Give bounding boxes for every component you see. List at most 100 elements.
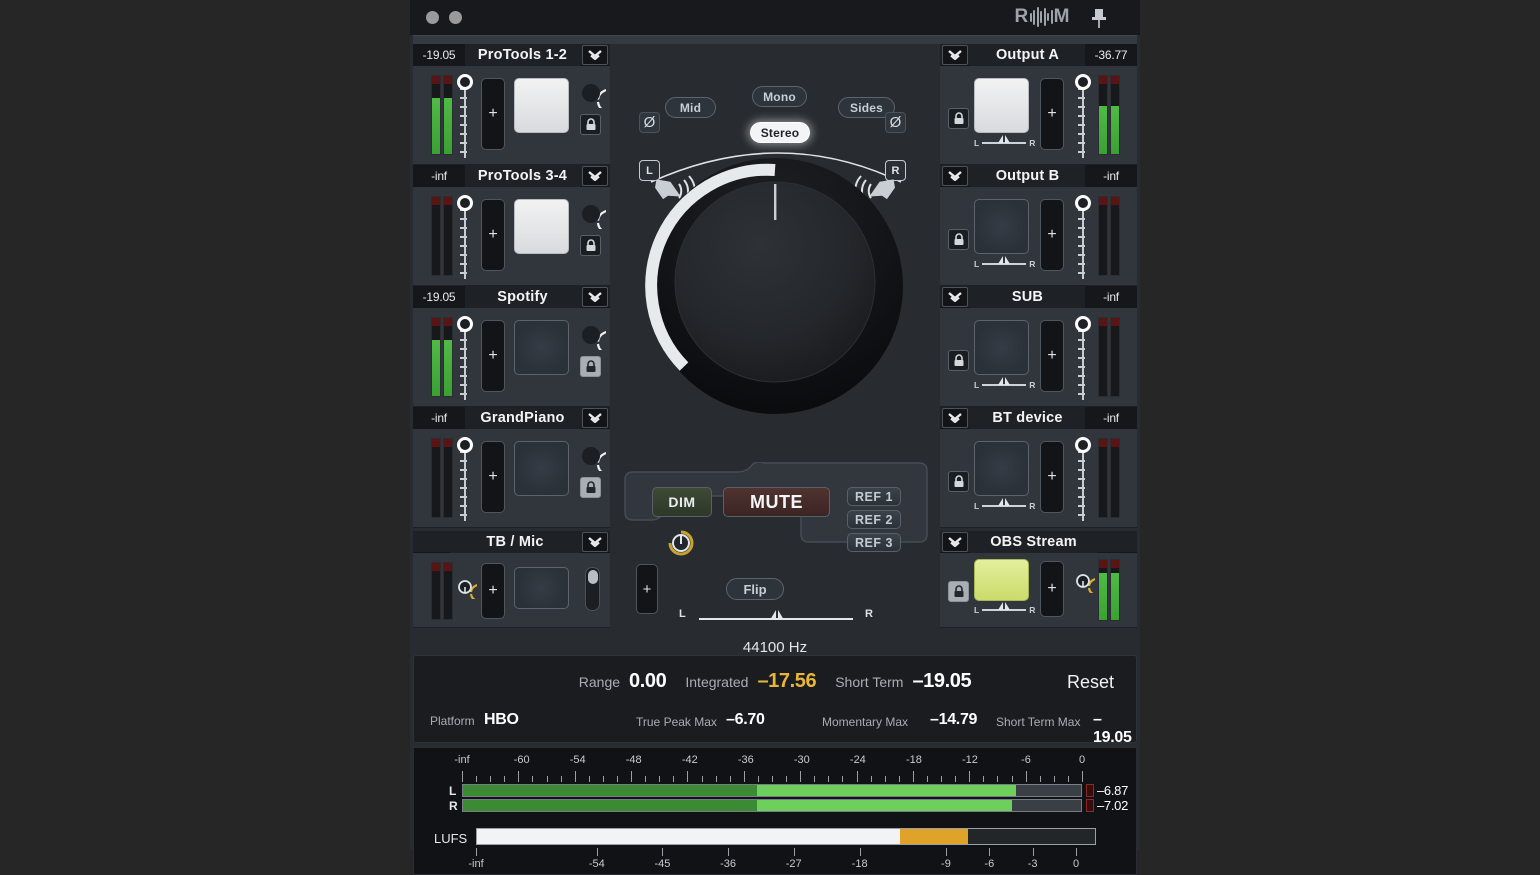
- output-lock-button[interactable]: [948, 229, 969, 250]
- channel-fader[interactable]: [456, 314, 474, 402]
- fader-knob[interactable]: [457, 74, 473, 90]
- output-gain-plus-button[interactable]: +: [1040, 78, 1064, 150]
- pan-handle-icon[interactable]: [996, 498, 1012, 508]
- output-pan-slider[interactable]: LR: [974, 135, 1035, 148]
- input-dropdown-chevron-icon[interactable]: [582, 407, 608, 428]
- pan-handle-icon[interactable]: [996, 602, 1012, 612]
- peak-clip-box[interactable]: [1086, 799, 1094, 812]
- flip-button[interactable]: Flip: [726, 578, 784, 600]
- output-pan-slider[interactable]: LR: [974, 256, 1035, 269]
- output-name-label[interactable]: BT device: [970, 406, 1085, 429]
- input-lock-button[interactable]: [580, 114, 601, 135]
- input-name-label[interactable]: GrandPiano: [465, 406, 580, 429]
- channel-fader[interactable]: [1074, 72, 1092, 160]
- output-pad-button[interactable]: [974, 199, 1029, 254]
- fader-knob[interactable]: [1075, 74, 1091, 90]
- output-pad-button[interactable]: [974, 78, 1029, 133]
- balance-slider[interactable]: L R: [679, 604, 873, 628]
- dim-button[interactable]: DIM: [652, 487, 712, 517]
- output-lock-button[interactable]: [948, 350, 969, 371]
- input-trim-knob[interactable]: [576, 199, 621, 234]
- output-dropdown-chevron-icon[interactable]: [942, 44, 968, 65]
- talkback-mic-knob[interactable]: [453, 575, 488, 604]
- platform-value[interactable]: HBO: [484, 711, 519, 729]
- pushpin-icon[interactable]: [1088, 6, 1110, 30]
- phase-invert-right-button[interactable]: Ø: [885, 112, 906, 133]
- input-pad-button[interactable]: [514, 320, 569, 375]
- input-dropdown-chevron-icon[interactable]: [582, 165, 608, 186]
- input-lock-button[interactable]: [580, 477, 601, 498]
- fader-knob[interactable]: [457, 195, 473, 211]
- peak-clip-box[interactable]: [1086, 784, 1094, 797]
- ref-2-button[interactable]: REF 2: [847, 510, 901, 529]
- stream-pad-button[interactable]: [974, 559, 1029, 601]
- input-gain-plus-button[interactable]: +: [481, 78, 505, 150]
- talkback-gain-plus-button[interactable]: +: [481, 563, 505, 619]
- stream-mic-knob[interactable]: [1071, 569, 1106, 598]
- input-pad-button[interactable]: [514, 199, 569, 254]
- output-dropdown-chevron-icon[interactable]: [942, 407, 968, 428]
- channel-fader[interactable]: [1074, 314, 1092, 402]
- stream-lock-button[interactable]: [948, 581, 969, 602]
- ref-1-button[interactable]: REF 1: [847, 487, 901, 506]
- output-pad-button[interactable]: [974, 320, 1029, 375]
- channel-fader[interactable]: [1074, 435, 1092, 523]
- phase-invert-left-button[interactable]: Ø: [639, 112, 660, 133]
- input-gain-plus-button[interactable]: +: [481, 199, 505, 271]
- output-name-label[interactable]: SUB: [970, 285, 1085, 308]
- talkback-pad-button[interactable]: [514, 567, 569, 609]
- input-lock-button[interactable]: [580, 356, 601, 377]
- channel-fader[interactable]: [456, 435, 474, 523]
- input-trim-knob[interactable]: [576, 78, 621, 113]
- input-pad-button[interactable]: [514, 78, 569, 133]
- fader-knob[interactable]: [457, 316, 473, 332]
- stream-pan-slider[interactable]: LR: [974, 602, 1035, 615]
- input-name-label[interactable]: ProTools 3-4: [465, 164, 580, 187]
- mute-button[interactable]: MUTE: [723, 487, 830, 517]
- output-lock-button[interactable]: [948, 471, 969, 492]
- stream-dropdown-chevron-icon[interactable]: [942, 531, 968, 552]
- main-volume-knob[interactable]: [637, 144, 913, 420]
- input-lock-button[interactable]: [580, 235, 601, 256]
- input-name-label[interactable]: ProTools 1-2: [465, 43, 580, 66]
- output-pad-button[interactable]: [974, 441, 1029, 496]
- input-name-label[interactable]: Spotify: [465, 285, 580, 308]
- pan-handle-icon[interactable]: [996, 135, 1012, 145]
- output-name-label[interactable]: Output A: [970, 43, 1085, 66]
- output-gain-plus-button[interactable]: +: [1040, 199, 1064, 271]
- center-gain-plus-button[interactable]: +: [636, 564, 658, 614]
- fader-knob[interactable]: [457, 437, 473, 453]
- input-dropdown-chevron-icon[interactable]: [582, 44, 608, 65]
- window-dot-minimize[interactable]: [449, 11, 462, 24]
- output-dropdown-chevron-icon[interactable]: [942, 165, 968, 186]
- talkback-slider-handle[interactable]: [587, 569, 598, 584]
- output-gain-plus-button[interactable]: +: [1040, 320, 1064, 392]
- output-gain-plus-button[interactable]: +: [1040, 441, 1064, 513]
- pan-handle-icon[interactable]: [996, 256, 1012, 266]
- output-name-label[interactable]: Output B: [970, 164, 1085, 187]
- output-lock-button[interactable]: [948, 108, 969, 129]
- input-dropdown-chevron-icon[interactable]: [582, 286, 608, 307]
- balance-handle-icon[interactable]: [768, 609, 786, 621]
- talkback-slider[interactable]: [585, 567, 600, 611]
- input-pad-button[interactable]: [514, 441, 569, 496]
- input-trim-knob[interactable]: [576, 441, 621, 476]
- fader-knob[interactable]: [1075, 195, 1091, 211]
- channel-fader[interactable]: [456, 72, 474, 160]
- input-gain-plus-button[interactable]: +: [481, 320, 505, 392]
- talkback-dropdown-chevron-icon[interactable]: [582, 531, 608, 552]
- pan-handle-icon[interactable]: [996, 377, 1012, 387]
- output-pan-slider[interactable]: LR: [974, 377, 1035, 390]
- input-gain-plus-button[interactable]: +: [481, 441, 505, 513]
- talkback-name-label[interactable]: TB / Mic: [450, 530, 580, 553]
- output-pan-slider[interactable]: LR: [974, 498, 1035, 511]
- fader-knob[interactable]: [1075, 437, 1091, 453]
- input-trim-knob[interactable]: [576, 320, 621, 355]
- reset-button[interactable]: Reset: [1067, 672, 1114, 693]
- ref-3-button[interactable]: REF 3: [847, 533, 901, 552]
- stream-gain-plus-button[interactable]: +: [1040, 561, 1064, 617]
- stream-name-label[interactable]: OBS Stream: [970, 530, 1097, 553]
- output-dropdown-chevron-icon[interactable]: [942, 286, 968, 307]
- channel-fader[interactable]: [456, 193, 474, 281]
- channel-fader[interactable]: [1074, 193, 1092, 281]
